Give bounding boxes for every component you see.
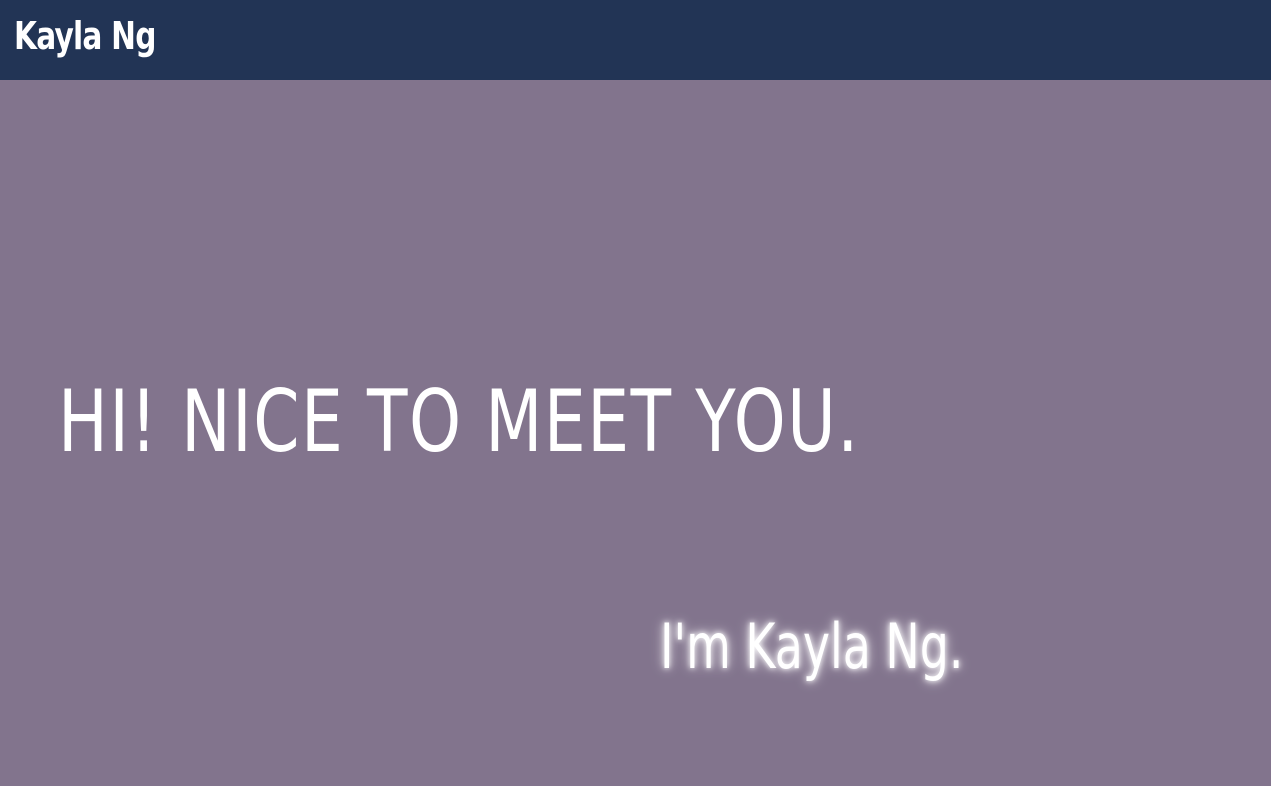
hero-intro-text: I'm Kayla Ng.: [660, 610, 964, 683]
hero-headline: HI! NICE TO MEET YOU.: [58, 372, 860, 472]
top-navbar: Kayla Ng: [0, 0, 1271, 80]
hero-section: HI! NICE TO MEET YOU. I'm Kayla Ng.: [0, 80, 1271, 786]
brand-link[interactable]: Kayla Ng: [14, 10, 156, 62]
